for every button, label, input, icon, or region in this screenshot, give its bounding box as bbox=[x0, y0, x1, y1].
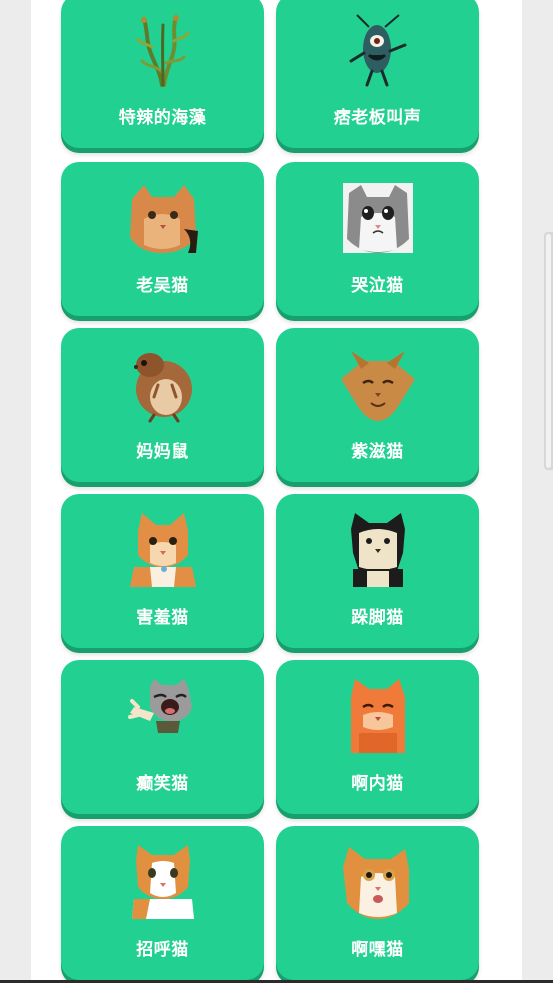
plankton-icon bbox=[339, 11, 417, 89]
sound-card-label: 啊嘿猫 bbox=[351, 940, 404, 960]
sound-card-ahei-cat[interactable]: 啊嘿猫 bbox=[276, 826, 479, 980]
sound-card-label: 啊内猫 bbox=[351, 774, 404, 794]
sound-card-mama-rat[interactable]: 妈妈鼠 bbox=[61, 328, 264, 482]
black-white-cat-icon bbox=[339, 511, 417, 589]
cat-icon bbox=[339, 677, 417, 755]
sound-card-label: 招呼猫 bbox=[136, 940, 189, 960]
cat-icon bbox=[124, 511, 202, 589]
sound-card-label: 害羞猫 bbox=[136, 608, 189, 628]
scrollbar[interactable] bbox=[544, 232, 553, 470]
sound-board-page: 特辣的海藻 痞老板叫声 老吴猫 哭泣猫 妈妈鼠 紫滋猫 害羞猫 跺脚猫 癫笑猫 … bbox=[31, 0, 522, 983]
scrollbar-thumb[interactable] bbox=[546, 234, 551, 468]
sound-card-label: 癫笑猫 bbox=[136, 774, 189, 794]
sound-card-anei-cat[interactable]: 啊内猫 bbox=[276, 660, 479, 814]
sound-card-laowu-cat[interactable]: 老吴猫 bbox=[61, 162, 264, 316]
sound-card-zizi-cat[interactable]: 紫滋猫 bbox=[276, 328, 479, 482]
sound-card-label: 痞老板叫声 bbox=[333, 108, 422, 128]
cat-icon bbox=[339, 345, 417, 423]
sound-card-stomp-cat[interactable]: 跺脚猫 bbox=[276, 494, 479, 648]
cat-icon bbox=[339, 843, 417, 921]
hamster-icon bbox=[124, 345, 202, 423]
sound-card-label: 老吴猫 bbox=[136, 276, 189, 296]
sound-card-label: 跺脚猫 bbox=[351, 608, 404, 628]
sound-card-shy-cat[interactable]: 害羞猫 bbox=[61, 494, 264, 648]
sound-card-seaweed[interactable]: 特辣的海藻 bbox=[61, 0, 264, 148]
seaweed-icon bbox=[124, 11, 202, 89]
sound-card-label: 特辣的海藻 bbox=[118, 108, 207, 128]
cat-icon bbox=[124, 179, 202, 257]
cat-icon bbox=[124, 843, 202, 921]
sound-card-label: 紫滋猫 bbox=[351, 442, 404, 462]
sound-card-greeting-cat[interactable]: 招呼猫 bbox=[61, 826, 264, 980]
sound-card-laughing-cat[interactable]: 癫笑猫 bbox=[61, 660, 264, 814]
sound-card-crying-cat[interactable]: 哭泣猫 bbox=[276, 162, 479, 316]
sound-card-label: 哭泣猫 bbox=[351, 276, 404, 296]
crying-cat-icon bbox=[339, 179, 417, 257]
sound-card-plankton[interactable]: 痞老板叫声 bbox=[276, 0, 479, 148]
sound-card-label: 妈妈鼠 bbox=[136, 442, 189, 462]
laughing-cat-icon bbox=[124, 677, 202, 755]
